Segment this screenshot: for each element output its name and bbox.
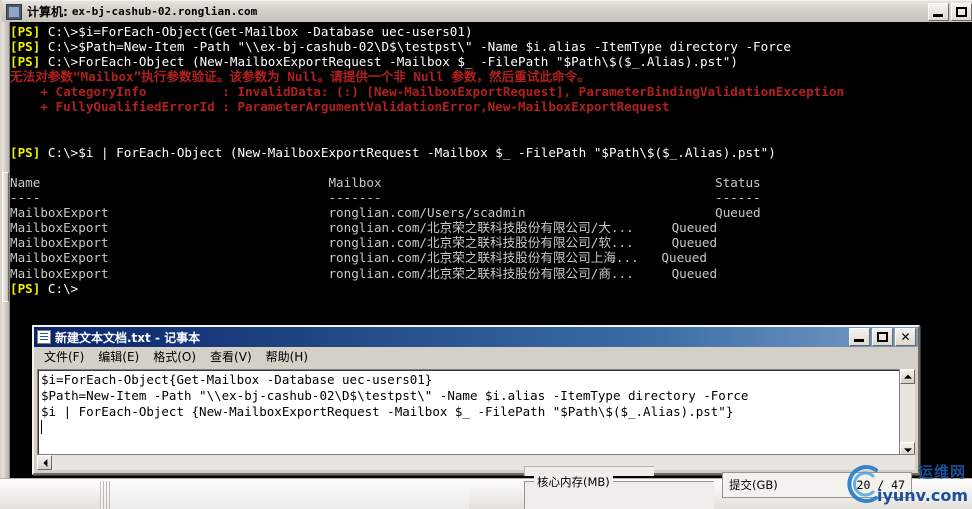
console-prompt: [PS]	[10, 39, 41, 55]
console-command: C:\>ForEach-Object (New-MailboxExportReq…	[40, 54, 738, 70]
console-table-header: Name Mailbox Status	[10, 174, 761, 190]
notepad-maximize-button[interactable]	[872, 328, 893, 346]
notepad-menubar[interactable]: 文件(F) 编辑(E) 格式(O) 查看(V) 帮助(H)	[34, 347, 918, 366]
powershell-icon	[6, 3, 22, 20]
console-line: [PS] C:\>$i | ForEach-Object (New-Mailbo…	[10, 145, 972, 160]
kernel-memory-label: 核心内存(MB)	[534, 474, 613, 490]
notepad-window-controls[interactable]: ✕	[849, 328, 916, 346]
minimize-button[interactable]	[928, 3, 949, 21]
notepad-menu-item[interactable]: 文件(F)	[37, 347, 91, 367]
chevron-left-icon	[42, 458, 47, 467]
console-line: [PS] C:\>ForEach-Object (New-MailboxExpo…	[10, 54, 972, 69]
notepad-text-content: $i=ForEach-Object{Get-Mailbox -Database …	[41, 372, 896, 420]
console-error-line: 无法对参数“Mailbox”执行参数验证。该参数为 Null。请提供一个非 Nu…	[10, 69, 590, 85]
console-scrollbar-thumb[interactable]	[2, 172, 9, 302]
minimize-icon	[854, 339, 864, 342]
notepad-title: 新建文本文档.txt - 记事本	[55, 330, 201, 345]
notepad-icon	[37, 330, 51, 344]
console-command: C:\>	[40, 280, 79, 296]
console-table-row: MailboxExport ronglian.com/北京荣之联科技股份有限公司…	[10, 235, 718, 251]
commit-charge-group: 提交(GB) 20 / 47	[722, 472, 912, 498]
scroll-left-button[interactable]	[37, 455, 52, 470]
console-command: C:\>$Path=New-Item -Path "\\ex-bj-cashub…	[40, 39, 791, 55]
notepad-menu-item[interactable]: 编辑(E)	[91, 347, 146, 367]
scroll-up-button[interactable]	[900, 369, 915, 384]
console-table-row: MailboxExport ronglian.com/北京荣之联科技股份有限公司…	[10, 220, 718, 236]
console-prompt: [PS]	[10, 54, 41, 70]
powershell-title-host: ex-bj-cashub-02.ronglian.com	[71, 5, 258, 18]
notepad-close-button[interactable]: ✕	[895, 328, 916, 346]
console-command: C:\>$i=ForEach-Object(Get-Mailbox -Datab…	[40, 24, 473, 39]
notepad-horizontal-scrollbar[interactable]	[37, 454, 915, 470]
console-error-line: + CategoryInfo : InvalidData: (:) [New-M…	[10, 84, 845, 100]
notepad-vertical-scrollbar[interactable]	[899, 369, 915, 457]
console-line: [PS] C:\>$i=ForEach-Object(Get-Mailbox -…	[10, 24, 972, 39]
console-scrollbar[interactable]	[2, 22, 10, 478]
powershell-titlebar[interactable]: 计算机: ex-bj-cashub-02.ronglian.com	[2, 0, 972, 22]
notepad-menu-item[interactable]: 查看(V)	[203, 347, 259, 367]
notepad-window[interactable]: 新建文本文档.txt - 记事本 ✕ 文件(F) 编辑(E) 格式(O) 查看(V) 帮…	[32, 325, 920, 475]
notepad-menu-item[interactable]: 格式(O)	[146, 347, 203, 367]
minimize-icon	[933, 14, 943, 17]
console-prompt: [PS]	[10, 280, 41, 296]
console-table-row: ---- ------- ------	[10, 190, 761, 206]
maximize-button[interactable]	[951, 3, 972, 21]
notepad-line: $i=ForEach-Object{Get-Mailbox -Database …	[41, 372, 433, 387]
console-prompt: [PS]	[10, 144, 41, 160]
notepad-minimize-button[interactable]	[849, 328, 870, 346]
notepad-line: $i | ForEach-Object {New-MailboxExportRe…	[41, 404, 734, 419]
taskbar-grip-handle[interactable]	[103, 481, 111, 509]
console-table-row: MailboxExport ronglian.com/北京荣之联科技股份有限公司…	[10, 250, 707, 266]
console-table-row: MailboxExport ronglian.com/Users/scadmin…	[10, 205, 761, 221]
maximize-icon	[877, 332, 888, 342]
notepad-line: $Path=New-Item -Path "\\ex-bj-cashub-02\…	[41, 388, 749, 403]
commit-charge-value: 20 / 47	[856, 478, 905, 492]
notepad-menu-item[interactable]: 帮助(H)	[259, 347, 315, 367]
notepad-text-area[interactable]: $i=ForEach-Object{Get-Mailbox -Database …	[37, 369, 915, 457]
text-caret	[41, 420, 42, 434]
notepad-titlebar[interactable]: 新建文本文档.txt - 记事本 ✕	[34, 327, 918, 347]
powershell-title-prefix: 计算机:	[27, 5, 68, 19]
console-table-row: MailboxExport ronglian.com/北京荣之联科技股份有限公司…	[10, 265, 718, 281]
console-prompt: [PS]	[10, 24, 41, 39]
console-line: [PS] C:\>	[10, 281, 972, 296]
console-command: C:\>$i | ForEach-Object (New-MailboxExpo…	[40, 144, 776, 160]
chevron-up-icon	[903, 374, 912, 379]
taskbar-button-group[interactable]	[100, 481, 469, 509]
maximize-icon	[956, 7, 967, 17]
chevron-down-icon	[903, 447, 912, 452]
console-error-line: + FullyQualifiedErrorId : ParameterArgum…	[10, 99, 670, 115]
commit-charge-label: 提交(GB)	[729, 478, 778, 492]
powershell-window-controls[interactable]	[928, 3, 972, 21]
console-line: [PS] C:\>$Path=New-Item -Path "\\ex-bj-c…	[10, 39, 972, 54]
close-icon: ✕	[900, 330, 911, 344]
